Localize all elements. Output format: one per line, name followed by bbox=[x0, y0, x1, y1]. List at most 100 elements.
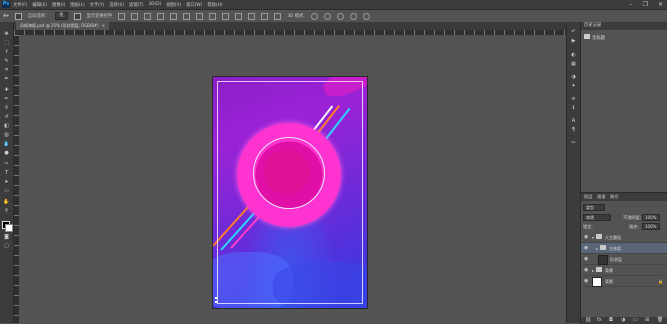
menu-filter[interactable]: 滤镜(T) bbox=[129, 2, 144, 8]
document-tab[interactable]: 风格海报.psd @ 25% (形状图层, RGB/8#) × bbox=[16, 22, 110, 30]
crop-tool-icon[interactable]: ⌗ bbox=[3, 68, 10, 73]
3d-roll-icon[interactable] bbox=[323, 12, 331, 20]
menu-3d[interactable]: 3D(D) bbox=[149, 2, 162, 7]
actions-panel-icon[interactable]: ▶ bbox=[570, 38, 577, 44]
adjustments-panel-icon[interactable]: ◑ bbox=[570, 74, 577, 80]
expand-arrow-icon[interactable]: ▾ bbox=[592, 235, 594, 240]
quick-select-tool-icon[interactable]: ✎ bbox=[3, 59, 10, 64]
menu-layer[interactable]: 图层(L) bbox=[70, 2, 84, 8]
hand-tool-icon[interactable]: ✋ bbox=[3, 200, 10, 205]
background-color-swatch[interactable] bbox=[5, 224, 13, 232]
auto-select-dropdown[interactable]: 组 bbox=[55, 12, 68, 20]
move-tool-icon[interactable]: ✥▾ bbox=[3, 14, 9, 19]
auto-select-checkbox[interactable] bbox=[14, 12, 22, 20]
eraser-tool-icon[interactable]: ◧ bbox=[3, 124, 10, 129]
distribute-center-icon[interactable] bbox=[248, 12, 256, 20]
menu-view[interactable]: 视图(V) bbox=[166, 2, 181, 8]
eye-icon[interactable]: ◉ bbox=[584, 256, 588, 262]
photoshop-logo: Ps bbox=[2, 1, 10, 8]
poster-frame bbox=[217, 81, 363, 304]
align-top-icon[interactable] bbox=[118, 12, 126, 20]
eye-icon[interactable]: ◉ bbox=[584, 278, 588, 284]
layer-kind-filter[interactable]: 类型 bbox=[583, 204, 605, 211]
marquee-tool-icon[interactable]: ⬚ bbox=[3, 41, 10, 46]
layer-row[interactable]: ◉ ▸ 背景 bbox=[581, 265, 667, 276]
history-panel: 历史记录 无标题 bbox=[580, 22, 667, 192]
tab-history[interactable]: 历史记录 bbox=[584, 22, 601, 30]
opacity-field[interactable]: 100% bbox=[642, 214, 660, 221]
layer-row[interactable]: ◉ ▾ 大主题组 bbox=[581, 232, 667, 243]
3d-slide-icon[interactable] bbox=[349, 12, 357, 20]
eyedropper-tool-icon[interactable]: ✒ bbox=[3, 77, 10, 82]
minimize-button[interactable]: – bbox=[630, 1, 633, 8]
menu-select[interactable]: 选择(S) bbox=[109, 2, 124, 8]
menu-items: 文件(F) 编辑(E) 图像(I) 图层(L) 文字(Y) 选择(S) 滤镜(T… bbox=[13, 0, 223, 9]
collapse-arrow-icon[interactable]: ▸ bbox=[596, 246, 598, 251]
align-left-icon[interactable] bbox=[157, 12, 165, 20]
layer-row[interactable]: ◉ 形状层 bbox=[581, 254, 667, 265]
shape-tool-icon[interactable]: ▭ bbox=[3, 189, 10, 194]
paragraph-panel-icon[interactable]: ¶ bbox=[570, 127, 577, 133]
brush-tool-icon[interactable]: ✏ bbox=[3, 97, 10, 102]
tab-paths[interactable]: 路径 bbox=[610, 193, 618, 201]
gradient-tool-icon[interactable]: ▥ bbox=[3, 133, 10, 138]
zoom-tool-icon[interactable]: ⚲ bbox=[3, 209, 10, 214]
history-item[interactable]: 无标题 bbox=[592, 35, 605, 41]
eye-icon[interactable]: ◉ bbox=[584, 267, 588, 273]
align-bottom-icon[interactable] bbox=[144, 12, 152, 20]
menu-edit[interactable]: 编辑(E) bbox=[32, 2, 47, 8]
menu-file[interactable]: 文件(F) bbox=[13, 2, 27, 8]
poster-document[interactable] bbox=[213, 77, 367, 308]
info-panel-icon[interactable]: ℹ bbox=[570, 105, 577, 111]
distribute-left-icon[interactable] bbox=[235, 12, 243, 20]
tools-preset-icon[interactable]: ✂ bbox=[570, 140, 577, 146]
auto-align-icon[interactable] bbox=[274, 12, 282, 20]
swatches-panel-icon[interactable]: ▦ bbox=[570, 61, 577, 67]
align-right-icon[interactable] bbox=[183, 12, 191, 20]
menu-type[interactable]: 文字(Y) bbox=[90, 2, 105, 8]
distribute-bottom-icon[interactable] bbox=[222, 12, 230, 20]
quick-mask-icon[interactable]: ◙ bbox=[3, 235, 10, 240]
menu-help[interactable]: 帮助(H) bbox=[207, 2, 222, 8]
pen-tool-icon[interactable]: ✑ bbox=[3, 162, 10, 167]
path-select-tool-icon[interactable]: ➤ bbox=[3, 180, 10, 185]
align-center-icon[interactable] bbox=[170, 12, 178, 20]
lasso-tool-icon[interactable]: ℓ bbox=[3, 50, 10, 55]
menu-window[interactable]: 窗口(W) bbox=[186, 2, 202, 8]
color-panel-icon[interactable]: ◐ bbox=[570, 52, 577, 58]
history-brush-tool-icon[interactable]: ↺ bbox=[3, 115, 10, 120]
character-panel-icon[interactable]: A bbox=[570, 118, 577, 124]
3d-rotate-icon[interactable] bbox=[310, 12, 318, 20]
styles-panel-icon[interactable]: ✦ bbox=[570, 83, 577, 89]
show-transform-checkbox[interactable] bbox=[73, 12, 81, 20]
blend-mode-dropdown[interactable]: 穿透 bbox=[583, 214, 611, 221]
blur-tool-icon[interactable]: 💧 bbox=[3, 142, 10, 147]
distribute-right-icon[interactable] bbox=[261, 12, 269, 20]
healing-brush-tool-icon[interactable]: ✚ bbox=[3, 88, 10, 93]
eye-icon[interactable]: ◉ bbox=[584, 245, 588, 251]
history-panel-icon[interactable]: ↶ bbox=[570, 29, 577, 35]
layer-row[interactable]: ◉ 背景 🔒 bbox=[581, 276, 667, 287]
align-middle-icon[interactable] bbox=[131, 12, 139, 20]
fill-field[interactable]: 100% bbox=[642, 223, 660, 230]
tab-channels[interactable]: 通道 bbox=[597, 193, 605, 201]
3d-pan-icon[interactable] bbox=[336, 12, 344, 20]
tab-layers[interactable]: 图层 bbox=[584, 193, 592, 201]
collapse-arrow-icon[interactable]: ▸ bbox=[592, 268, 594, 273]
menu-image[interactable]: 图像(I) bbox=[52, 2, 65, 8]
distribute-top-icon[interactable] bbox=[196, 12, 204, 20]
layer-row[interactable]: ◉ ▸ 主体组 bbox=[581, 243, 667, 254]
distribute-middle-icon[interactable] bbox=[209, 12, 217, 20]
restore-button[interactable]: ❐ bbox=[643, 1, 648, 8]
3d-scale-icon[interactable] bbox=[362, 12, 370, 20]
properties-panel-icon[interactable]: ≡ bbox=[570, 96, 577, 102]
clone-stamp-tool-icon[interactable]: ⚲ bbox=[3, 106, 10, 111]
dodge-tool-icon[interactable]: ● bbox=[3, 151, 10, 156]
eye-icon[interactable]: ◉ bbox=[584, 234, 588, 240]
screen-mode-icon[interactable]: ▢ bbox=[3, 244, 10, 249]
move-tool-icon[interactable]: ✥ bbox=[3, 32, 10, 37]
auto-select-label: 自动选择： bbox=[27, 14, 50, 19]
tab-close-icon[interactable]: × bbox=[102, 23, 105, 28]
type-tool-icon[interactable]: T bbox=[3, 171, 10, 176]
close-button[interactable]: ✕ bbox=[658, 1, 663, 8]
